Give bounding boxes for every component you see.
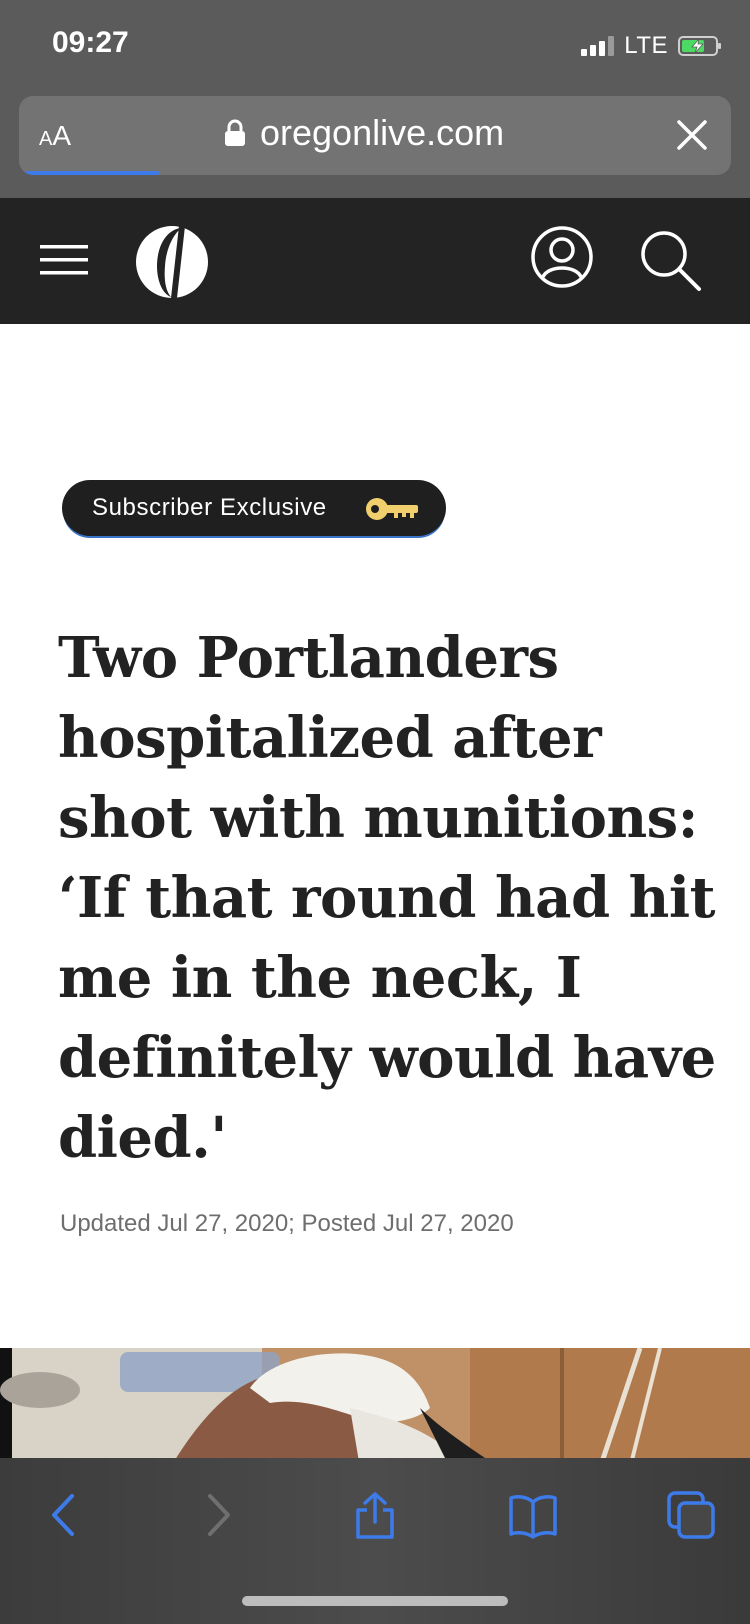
status-bar: 09:27 LTE: [0, 0, 750, 92]
search-icon[interactable]: [638, 228, 702, 292]
page-load-progress: [25, 171, 159, 175]
status-indicators: LTE: [581, 32, 722, 60]
account-icon[interactable]: [530, 225, 594, 289]
forward-icon[interactable]: [192, 1490, 242, 1540]
home-indicator: [242, 1596, 508, 1606]
bookmarks-icon[interactable]: [508, 1490, 558, 1540]
text-size-button[interactable]: AA: [39, 120, 71, 152]
url-text: oregonlive.com: [260, 112, 505, 153]
back-icon[interactable]: [40, 1490, 90, 1540]
status-time: 09:27: [52, 26, 129, 59]
subscriber-exclusive-badge: Subscriber Exclusive: [62, 480, 446, 536]
address-bar[interactable]: AA oregonlive.com: [19, 96, 731, 175]
hamburger-menu-icon[interactable]: [40, 242, 88, 278]
close-icon[interactable]: [675, 118, 709, 152]
url-display[interactable]: oregonlive.com: [224, 112, 504, 154]
network-type: LTE: [624, 32, 668, 59]
badge-label: Subscriber Exclusive: [92, 494, 327, 521]
browser-address-area: AA oregonlive.com: [0, 92, 750, 198]
tabs-icon[interactable]: [666, 1490, 716, 1540]
key-icon: [366, 498, 418, 520]
battery-charging-icon: [678, 36, 721, 56]
oregonian-o-logo[interactable]: [135, 220, 209, 300]
signal-icon: [581, 36, 615, 56]
browser-toolbar: [0, 1458, 750, 1624]
site-header: [0, 198, 750, 324]
article-dateline: Updated Jul 27, 2020; Posted Jul 27, 202…: [60, 1210, 514, 1237]
lock-icon: [225, 119, 245, 146]
article-hero-image[interactable]: [0, 1348, 750, 1468]
share-icon[interactable]: [350, 1490, 400, 1540]
article-headline: Two Portlanders hospitalized after shot …: [58, 625, 716, 1171]
